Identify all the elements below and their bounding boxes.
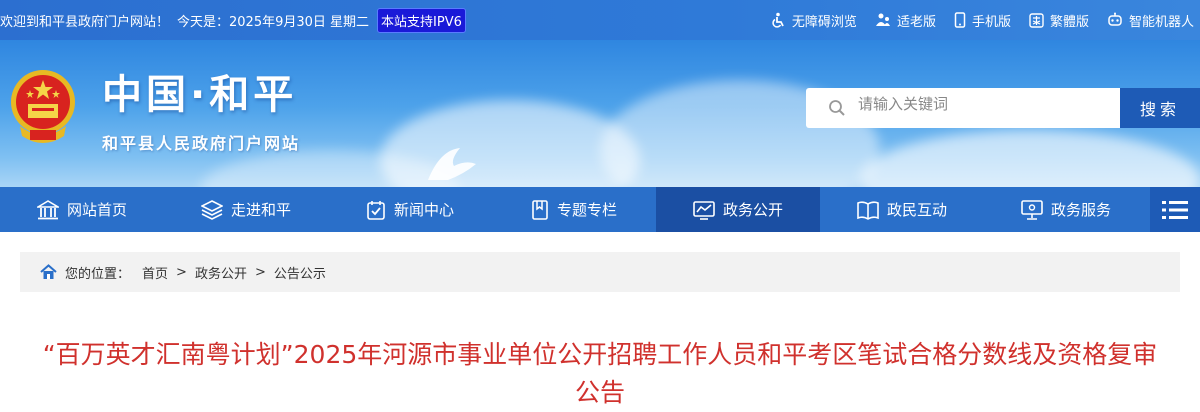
tool-accessibility[interactable]: 无障碍浏览 [770, 11, 857, 30]
breadcrumb-separator: > [176, 264, 187, 280]
top-bar-tools: 无障碍浏览 适老版 手机版 繁體版 智能机器人 [752, 0, 1194, 40]
header-banner: 中国·和平 和平县人民政府门户网站 搜索 [0, 40, 1200, 187]
chart-icon [693, 200, 715, 220]
welcome-text: 欢迎到和平县政府门户网站！ [0, 14, 170, 30]
monitor-icon [1021, 199, 1043, 220]
ipv6-badge: 本站支持IPV6 [377, 7, 466, 33]
tool-elderly[interactable]: 适老版 [875, 11, 936, 30]
search-input[interactable] [858, 94, 1108, 114]
menu-icon [1162, 200, 1188, 219]
nav-label: 新闻中心 [393, 201, 454, 219]
breadcrumb-link-public-affairs[interactable]: 政务公开 [195, 263, 247, 282]
site-subtitle: 和平县人民政府门户网站 [102, 134, 301, 153]
nav-item-services[interactable]: 政务服务 [984, 187, 1148, 232]
home-icon [40, 264, 57, 279]
robot-icon [1108, 12, 1122, 26]
nav-menu-button[interactable] [1150, 187, 1200, 232]
bookmark-icon [532, 199, 548, 220]
nav-item-about[interactable]: 走进和平 [164, 187, 328, 232]
breadcrumb-link-notices[interactable]: 公告公示 [274, 263, 326, 282]
tool-label: 手机版 [971, 14, 1011, 30]
tool-label: 智能机器人 [1128, 14, 1194, 30]
nav-label: 政务服务 [1050, 201, 1111, 219]
nav-label: 走进和平 [230, 201, 291, 219]
article-title: “百万英才汇南粤计划”2025年河源市事业单位公开招聘工作人员和平考区笔试合格分… [42, 340, 1158, 407]
breadcrumb-prefix: 您的位置： [65, 266, 131, 282]
nav-label: 网站首页 [66, 201, 127, 219]
top-bar: 欢迎到和平县政府门户网站！ 今天是：2025年9月30日 星期二 本站支持IPV… [0, 0, 1200, 40]
home-icon [36, 199, 59, 219]
breadcrumb: 您的位置： 首页 > 政务公开 > 公告公示 [20, 252, 1180, 292]
site-title: 中国·和平 [102, 72, 298, 118]
elderly-icon [875, 13, 890, 26]
traditional-chinese-icon [1029, 12, 1044, 28]
search-button[interactable]: 搜索 [1120, 88, 1200, 128]
nav-item-news[interactable]: 新闻中心 [328, 187, 492, 232]
tool-label: 无障碍浏览 [791, 14, 857, 30]
dove-icon [428, 148, 476, 180]
nav-item-home[interactable]: 网站首页 [0, 187, 164, 232]
nav-item-public-affairs[interactable]: 政务公开 [656, 187, 820, 232]
tool-robot[interactable]: 智能机器人 [1107, 11, 1194, 30]
breadcrumb-separator: > [254, 264, 266, 280]
tool-traditional[interactable]: 繁體版 [1029, 11, 1089, 30]
main-nav: 网站首页 走进和平 新闻中心 专题专栏 政务公开 政民互动 政务服务 [0, 187, 1200, 232]
tool-mobile[interactable]: 手机版 [954, 11, 1011, 30]
tool-label: 繁體版 [1049, 14, 1089, 30]
date-text: 今天是：2025年9月30日 星期二 [177, 14, 370, 30]
search-icon [829, 100, 845, 116]
nav-item-topics[interactable]: 专题专栏 [492, 187, 656, 232]
accessibility-icon [772, 12, 784, 28]
nav-item-interaction[interactable]: 政民互动 [820, 187, 984, 232]
national-emblem-icon[interactable] [8, 64, 78, 148]
search-box [806, 88, 1120, 128]
nav-label: 政民互动 [886, 201, 947, 219]
nav-label: 政务公开 [722, 201, 783, 219]
nav-label: 专题专栏 [556, 201, 617, 219]
news-icon [367, 200, 385, 220]
layers-icon [200, 199, 223, 220]
tool-label: 适老版 [896, 14, 936, 30]
top-bar-left: 欢迎到和平县政府门户网站！ 今天是：2025年9月30日 星期二 本站支持IPV… [0, 0, 474, 40]
mobile-icon [954, 12, 966, 28]
book-icon [857, 200, 879, 220]
breadcrumb-link-home[interactable]: 首页 [142, 263, 168, 282]
